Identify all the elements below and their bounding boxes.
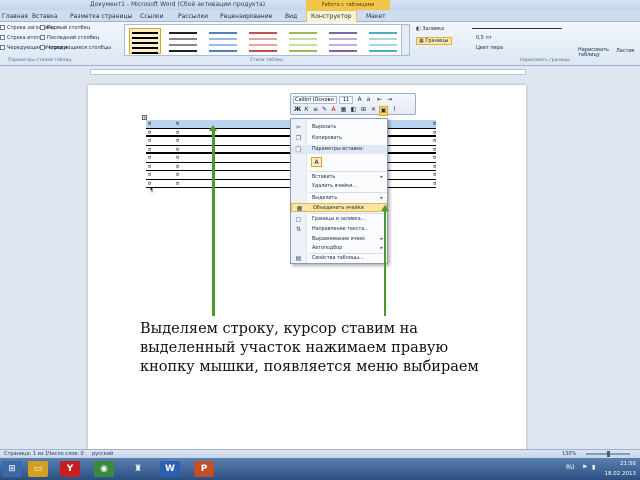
menu-item-table-properties[interactable]: ▤ Свойства таблицы... (291, 254, 387, 263)
indent-decrease-icon[interactable]: ⇤ (375, 96, 384, 104)
context-tab-title: Работа с таблицами (306, 0, 390, 10)
window-title: Документ1 - Microsoft Word (Сбой активац… (90, 1, 266, 8)
shrink-font-icon[interactable]: a (364, 96, 373, 104)
font-name-select[interactable]: Calibri (Основн (293, 96, 337, 104)
draw-table-button[interactable]: Нарисовать таблицу (578, 48, 612, 58)
text-direction-icon: ⇅ (295, 226, 302, 233)
mini-toolbar: Calibri (Основн 11 A a ⇤ ⇥ Ж К ≡ ✎ A ▦ ◧… (290, 93, 416, 116)
shading-icon[interactable]: ◧ (349, 106, 358, 114)
yandex-icon[interactable]: Y (60, 461, 80, 477)
paste-keep-format-icon[interactable]: A (311, 157, 322, 167)
opt-total-row[interactable]: Строка итогов (0, 35, 45, 42)
tab-home[interactable]: Главная (2, 11, 28, 22)
group-styles-label: Стили таблиц (250, 58, 283, 63)
group-options-label: Параметры стилей таблиц (8, 58, 72, 63)
menu-item-select[interactable]: Выделить ▸ (291, 194, 387, 203)
scissors-icon: ✂ (295, 124, 302, 131)
ribbon: Строка заголовка Строка итогов Чередующи… (0, 22, 640, 66)
highlight-icon[interactable]: ✎ (320, 106, 329, 114)
menu-item-autofit[interactable]: Автоподбор ▸ (291, 244, 387, 253)
explorer-icon[interactable]: ▭ (28, 461, 48, 477)
font-color-icon[interactable]: A (329, 106, 338, 114)
menu-item-paste-options: 📋 Параметры вставки: (291, 145, 387, 154)
align-center-icon[interactable]: ≡ (311, 106, 320, 114)
borders-button[interactable]: ▦ Границы (416, 37, 452, 45)
opt-banded-columns[interactable]: Чередующиеся столбцы (40, 45, 111, 52)
table-grid-icon[interactable]: ▦ (339, 106, 348, 114)
language-indicator[interactable]: RU (566, 464, 575, 471)
paragraph-mark: ¶ (150, 188, 154, 194)
tab-view[interactable]: Вид (285, 11, 297, 22)
paste-icon: 📋 (294, 146, 303, 153)
annotation-arrow-menu (384, 210, 386, 316)
menu-item-text-direction[interactable]: ⇅ Направление текста... (291, 225, 387, 234)
tab-review[interactable]: Рецензирование (220, 11, 272, 22)
borders-shading-icon: ▢ (295, 216, 302, 223)
word-icon[interactable]: W (160, 461, 180, 477)
tab-mailings[interactable]: Рассылки (178, 11, 208, 22)
tab-references[interactable]: Ссылки (140, 11, 164, 22)
indent-increase-icon[interactable]: ⇥ (385, 96, 394, 104)
network-icon[interactable]: ▮ (592, 464, 595, 471)
delete-icon[interactable]: ✕ (369, 106, 378, 114)
style-thumb-3[interactable] (207, 28, 239, 54)
shading-button[interactable]: ◧ Заливка (416, 26, 444, 32)
eraser-button[interactable]: Ластик (616, 48, 635, 54)
borders-icon[interactable]: ▣ (379, 106, 388, 116)
bold-icon[interactable]: Ж (293, 106, 302, 114)
style-thumb-6[interactable] (327, 28, 359, 54)
style-thumb-7[interactable] (367, 28, 399, 54)
format-painter-icon[interactable]: ⌇ (390, 106, 399, 114)
annotation-arrow-row (212, 130, 215, 316)
tab-layout[interactable]: Макет (366, 11, 386, 22)
arrow-head-menu (381, 205, 389, 211)
menu-item-delete-cells[interactable]: Удалить ячейки... (291, 182, 387, 191)
arrow-head-row (209, 125, 217, 131)
taskbar: ⊞ ▭ Y ◉ ♜ W P RU ⚑ ▮ 21:56 18.02.2013 (0, 458, 640, 480)
merge-icon: ▦ (296, 205, 303, 212)
ruler[interactable] (0, 67, 640, 77)
tab-design[interactable]: Конструктор (306, 10, 357, 22)
chrome-icon[interactable]: ◉ (94, 461, 114, 477)
opt-first-column[interactable]: Первый столбец (40, 25, 90, 32)
context-menu: ✂ Вырезать ❐ Копировать 📋 Параметры вставки… (290, 118, 388, 264)
flag-icon[interactable]: ⚑ (582, 464, 587, 471)
zoom-slider-knob[interactable] (607, 451, 610, 457)
opt-last-column[interactable]: Последний столбец (40, 35, 99, 42)
style-thumb-4[interactable] (247, 28, 279, 54)
status-bar: Страница: 1 из 1 Число слов: 0 русский 1… (0, 449, 640, 458)
start-button[interactable]: ⊞ (2, 461, 22, 477)
clock[interactable]: 21:56 18.02.2013 (605, 459, 637, 479)
ribbon-tabs: Главная Вставка Разметка страницы Ссылки… (0, 10, 640, 22)
gallery-scrollbar[interactable] (401, 25, 409, 55)
insert-table-icon[interactable]: ⊞ (359, 106, 368, 114)
pen-color-button[interactable]: Цвет пера (476, 45, 503, 51)
instruction-caption: Выделяем строку, курсор ставим на выделе… (140, 321, 479, 375)
menu-item-cell-alignment[interactable]: Выравнивание ячеек ▸ (291, 235, 387, 244)
style-thumb-2[interactable] (167, 28, 199, 54)
title-bar: Документ1 - Microsoft Word (Сбой активац… (0, 0, 640, 10)
powerpoint-icon[interactable]: P (194, 461, 214, 477)
copy-icon: ❐ (295, 135, 302, 142)
table-styles-gallery[interactable] (124, 24, 410, 56)
style-thumb-5[interactable] (287, 28, 319, 54)
pen-weight-select[interactable]: 0,5 пт (476, 35, 492, 41)
italic-icon[interactable]: К (302, 106, 311, 114)
menu-item-insert[interactable]: Вставить ▸ (291, 173, 387, 182)
table-properties-icon: ▤ (295, 255, 302, 262)
grow-font-icon[interactable]: A (355, 96, 364, 104)
group-borders-label: Нарисовать границы (520, 58, 570, 63)
style-thumb-grid[interactable] (129, 28, 161, 54)
menu-item-borders-shading[interactable]: ▢ Границы и заливка... (291, 215, 387, 224)
menu-item-cut[interactable]: ✂ Вырезать (291, 123, 387, 132)
menu-item-copy[interactable]: ❐ Копировать (291, 134, 387, 143)
tab-page-layout[interactable]: Разметка страницы (70, 11, 132, 22)
tab-insert[interactable]: Вставка (32, 11, 57, 22)
font-size-select[interactable]: 11 (339, 96, 353, 104)
app-icon[interactable]: ♜ (128, 461, 148, 477)
menu-item-merge-cells[interactable]: ▦ Объединить ячейки (291, 203, 387, 212)
pen-style-line[interactable] (472, 28, 562, 29)
